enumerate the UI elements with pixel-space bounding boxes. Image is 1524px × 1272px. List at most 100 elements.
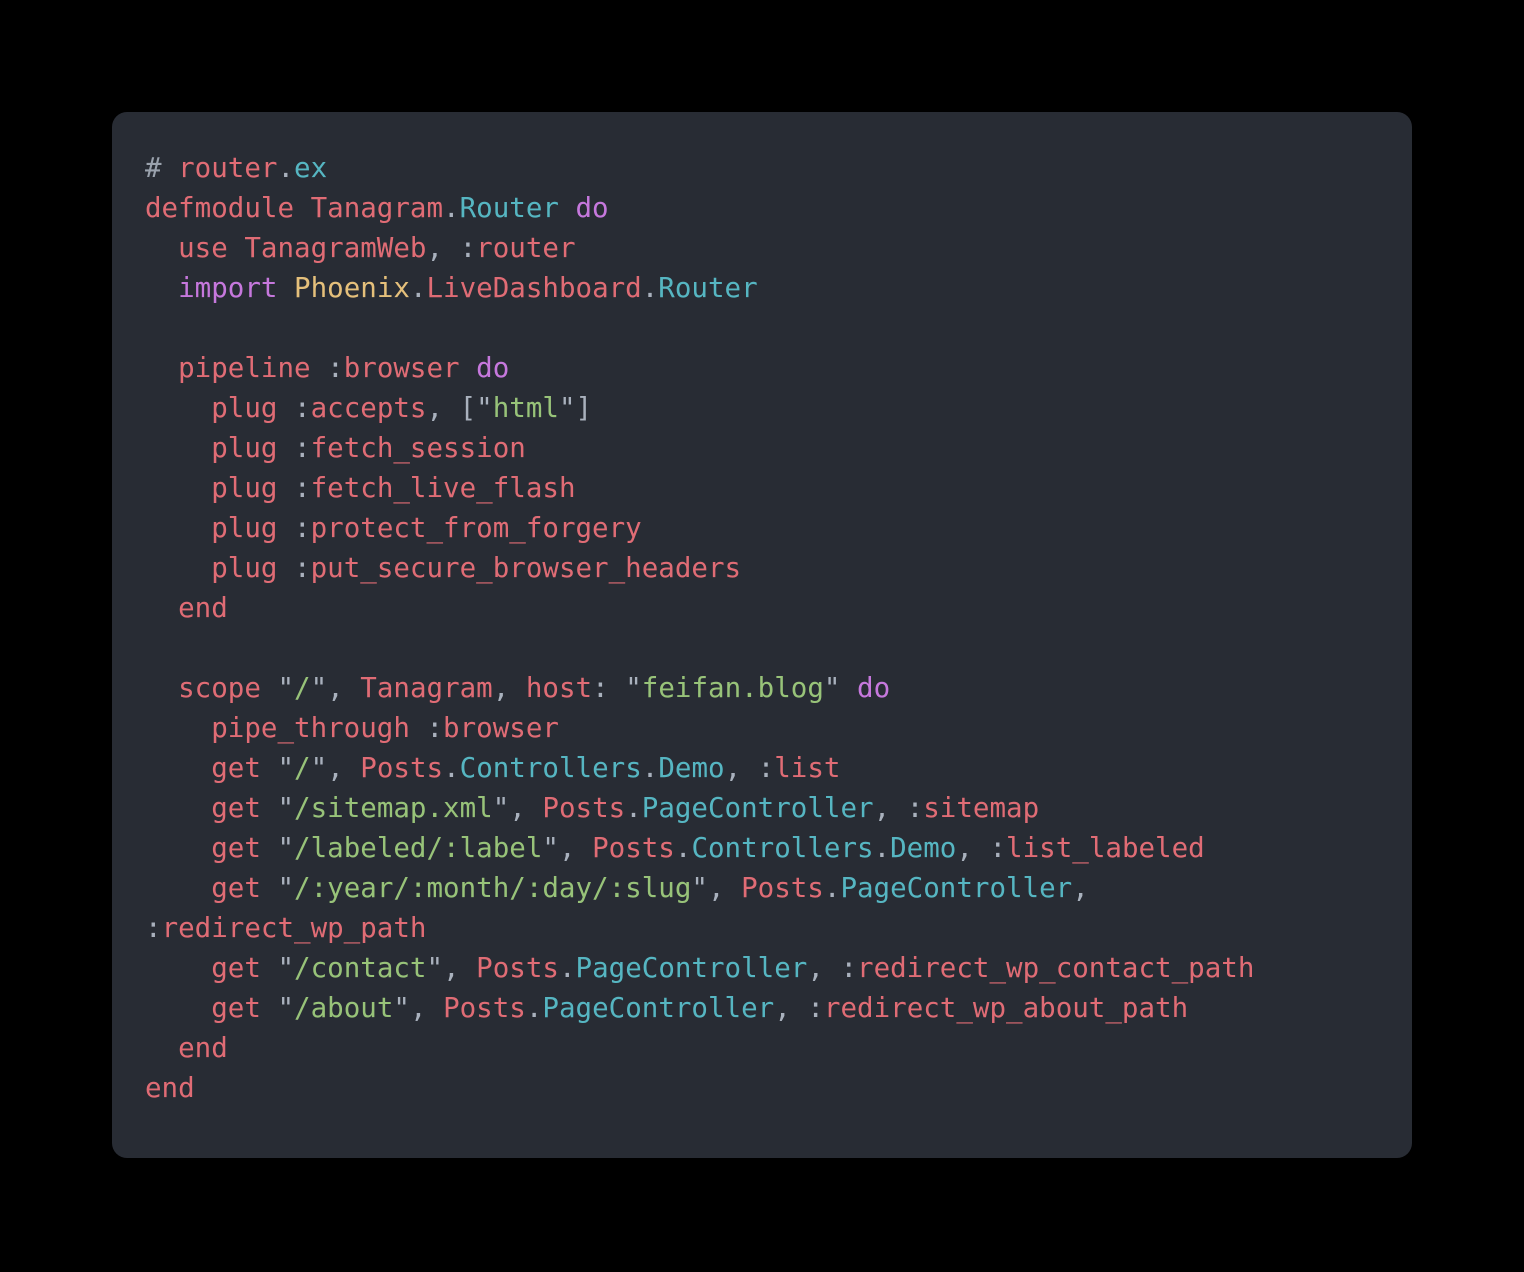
code-token-kw: plug <box>211 472 295 504</box>
code-line: get "/", Posts.Controllers.Demo, :list <box>145 748 1382 788</box>
code-token-mod: PageController <box>542 992 775 1024</box>
code-token-kw: scope <box>178 672 278 704</box>
code-token-str: /labeled/:label <box>294 832 543 864</box>
code-token-punc: . <box>823 872 841 904</box>
code-token-atom: protect_from_forgery <box>310 512 642 544</box>
code-token-punc <box>145 712 211 744</box>
code-token-punc <box>145 272 178 304</box>
code-token-quote: " <box>277 872 295 904</box>
code-token-punc <box>145 672 178 704</box>
code-token-atom: redirect_wp_about_path <box>823 992 1189 1024</box>
code-token-kw: host <box>525 672 593 704</box>
code-token-modred: Tanagram <box>310 192 444 224</box>
code-token-atom: fetch_session <box>310 432 526 464</box>
code-token-mod: Demo <box>890 832 957 864</box>
code-token-kw: get <box>211 832 278 864</box>
code-token-mod: PageController <box>575 952 808 984</box>
code-token-quote: " <box>426 952 444 984</box>
code-token-atom: sitemap <box>923 792 1040 824</box>
code-token-mod: PageController <box>840 872 1073 904</box>
code-token-kw: plug <box>211 392 295 424</box>
code-line: get "/sitemap.xml", Posts.PageController… <box>145 788 1382 828</box>
code-token-kw: end <box>178 1032 228 1064</box>
code-line: get "/about", Posts.PageController, :red… <box>145 988 1382 1028</box>
code-token-punc: , <box>558 832 593 864</box>
code-line: scope "/", Tanagram, host: "feifan.blog"… <box>145 668 1382 708</box>
code-token-punc: . <box>558 952 576 984</box>
code-token-kw: get <box>211 792 278 824</box>
code-token-punc: , <box>707 872 742 904</box>
code-token-punc: . <box>443 752 460 784</box>
code-token-kw: pipe_through <box>211 712 427 744</box>
code-line: plug :fetch_session <box>145 428 1382 468</box>
code-line: get "/contact", Posts.PageController, :r… <box>145 948 1382 988</box>
code-token-punc: . <box>873 832 891 864</box>
code-block[interactable]: # router.ex defmodule Tanagram.Router do… <box>145 148 1382 1108</box>
code-token-punc: : <box>807 992 824 1024</box>
code-token-punc <box>145 832 211 864</box>
code-token-quote: " <box>393 992 410 1024</box>
code-token-quote: " <box>277 952 295 984</box>
code-token-punc: . <box>277 152 295 184</box>
code-token-punc: ] <box>575 392 593 424</box>
code-token-kw: end <box>145 1072 195 1104</box>
code-token-punc <box>559 192 576 224</box>
code-token-quote: " <box>277 832 295 864</box>
code-token-atom: redirect_wp_contact_path <box>857 952 1255 984</box>
code-token-punc: : <box>459 232 477 264</box>
code-token-punc: : <box>294 512 311 544</box>
code-token-punc: , <box>409 992 444 1024</box>
code-token-quote: " <box>542 832 559 864</box>
code-token-punc: : <box>592 672 626 704</box>
code-line: pipeline :browser do <box>145 348 1382 388</box>
code-token-punc <box>145 512 211 544</box>
code-line: # router.ex <box>145 148 1382 188</box>
code-token-punc <box>145 952 211 984</box>
code-token-kwdo: do <box>857 672 891 704</box>
code-token-punc: : <box>989 832 1007 864</box>
code-token-punc <box>145 552 211 584</box>
code-token-atom: list_labeled <box>1006 832 1205 864</box>
code-token-kw: get <box>211 952 278 984</box>
code-token-punc <box>145 352 178 384</box>
code-token-punc: , <box>873 792 907 824</box>
code-token-mod: Router <box>459 192 559 224</box>
code-line: get "/labeled/:label", Posts.Controllers… <box>145 828 1382 868</box>
code-token-quote: " <box>823 672 841 704</box>
code-token-punc: : <box>840 952 858 984</box>
code-token-punc: , [ <box>426 392 477 424</box>
code-token-punc: . <box>641 752 659 784</box>
code-token-quote: " <box>691 872 708 904</box>
code-token-str: html <box>492 392 559 424</box>
code-token-punc <box>145 752 211 784</box>
code-token-kw: get <box>211 752 278 784</box>
code-token-punc: : <box>145 912 162 944</box>
code-token-punc: : <box>294 432 311 464</box>
code-token-kwdo: do <box>476 352 510 384</box>
code-token-punc: . <box>641 272 659 304</box>
code-token-punc: , <box>443 952 477 984</box>
code-token-punc: , <box>807 952 841 984</box>
code-token-punc: . <box>625 792 642 824</box>
code-line: plug :protect_from_forgery <box>145 508 1382 548</box>
code-token-modred: Posts <box>476 952 559 984</box>
code-token-punc: : <box>757 752 775 784</box>
code-token-punc: , <box>956 832 990 864</box>
code-token-modred: Posts <box>443 992 526 1024</box>
code-token-atom: router <box>476 232 576 264</box>
code-token-modred: Posts <box>542 792 626 824</box>
code-token-punc <box>840 672 857 704</box>
code-token-atom: browser <box>443 712 559 744</box>
code-token-kw: end <box>178 592 228 624</box>
code-card: # router.ex defmodule Tanagram.Router do… <box>112 112 1412 1158</box>
code-token-mod: PageController <box>641 792 874 824</box>
code-token-kw: plug <box>211 432 295 464</box>
code-token-punc <box>145 992 211 1024</box>
code-token-quote: " <box>310 752 328 784</box>
code-token-punc: : <box>294 392 311 424</box>
code-token-atom: fetch_live_flash <box>310 472 576 504</box>
code-token-punc: : <box>426 712 444 744</box>
code-token-modred: LiveDashboard <box>426 272 642 304</box>
code-line: plug :accepts, ["html"] <box>145 388 1382 428</box>
